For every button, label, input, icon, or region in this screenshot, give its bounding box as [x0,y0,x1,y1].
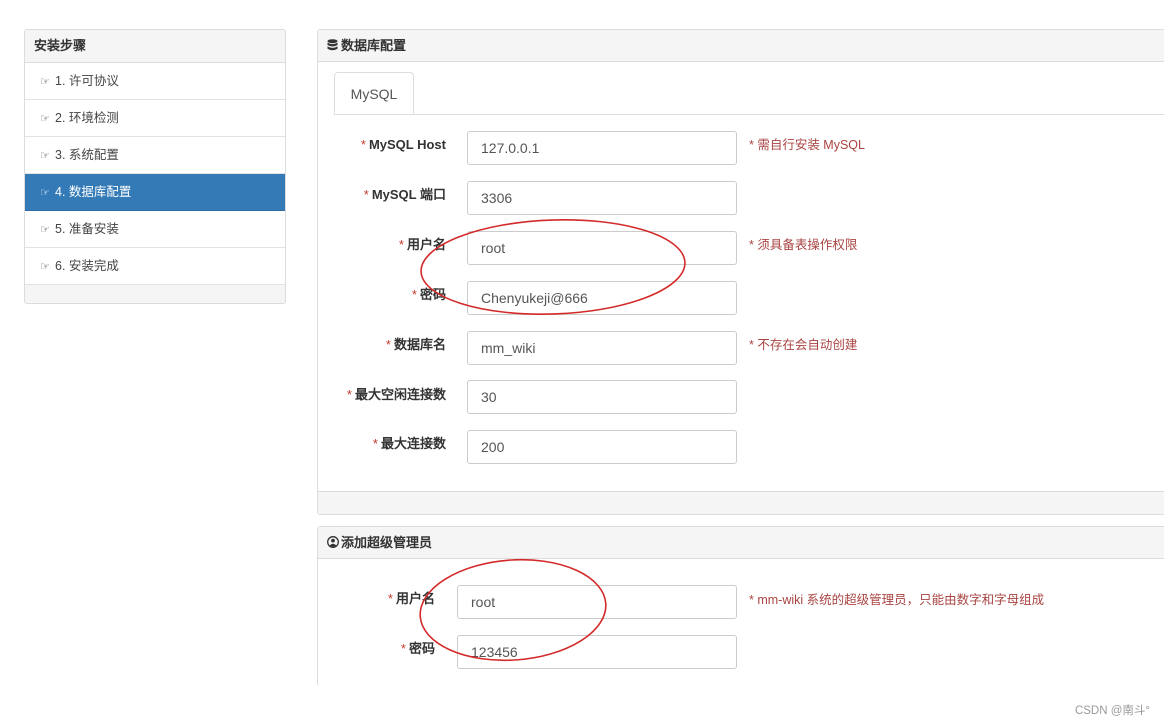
db-name-hint: * 不存在会自动创建 [749,338,858,352]
db-password-input[interactable] [467,281,737,315]
step-label: 6. 安装完成 [55,259,119,273]
mysql-host-input[interactable] [467,131,737,165]
admin-password-label: * 密码 [400,641,435,656]
field-row-db-password: * 密码 [318,280,446,314]
db-username-label: * 用户名 [398,237,446,252]
max-idle-conns-label: * 最大空闲连接数 [346,387,446,402]
field-row-db-name: * 数据库名 [318,330,446,364]
user-circle-icon [327,528,341,559]
db-name-input[interactable] [467,331,737,365]
hand-pointer-icon: ☞ [40,224,50,236]
panel-title: 数据库配置 [341,38,407,53]
max-open-conns-label: * 最大连接数 [372,436,446,451]
field-row-max-open-conns: * 最大连接数 [318,429,446,463]
tab-mysql[interactable]: MySQL [334,72,414,114]
step-env-check[interactable]: ☞ 2. 环境检测 [25,100,285,137]
database-icon [327,31,341,62]
hand-pointer-icon: ☞ [40,113,50,125]
field-row-db-username: * 用户名 [318,230,446,264]
db-tab-bar: MySQL [334,72,1164,115]
field-row-admin-password: * 密码 [318,634,435,668]
field-row-mysql-port: * MySQL 端口 [318,180,446,214]
steps-title: 安装步骤 [25,30,285,63]
super-admin-panel: 添加超级管理员 *用户名 * mm-wiki 系统的超级管理员，只能由数字和字母… [317,526,1164,686]
hand-pointer-icon: ☞ [40,187,50,199]
admin-password-input[interactable] [457,635,737,669]
step-label: 2. 环境检测 [55,111,119,125]
mysql-host-label: * MySQL Host [360,137,446,152]
step-label: 5. 准备安装 [55,222,119,236]
mysql-port-input[interactable] [467,181,737,215]
db-name-label: * 数据库名 [385,337,446,352]
database-config-panel: 数据库配置 MySQL *MySQL Host * 需自行安装 MySQL *M… [317,29,1164,515]
admin-username-label: * 用户名 [387,591,435,606]
super-admin-header: 添加超级管理员 [318,527,1164,559]
step-label: 1. 许可协议 [55,74,119,88]
db-username-input[interactable] [467,231,737,265]
panel-title: 添加超级管理员 [341,535,433,550]
field-row-admin-username: * 用户名 [318,584,435,618]
db-username-hint: * 须具备表操作权限 [749,238,858,252]
admin-username-hint: * mm-wiki 系统的超级管理员，只能由数字和字母组成 [749,593,1045,607]
max-open-conns-input[interactable] [467,430,737,464]
admin-username-input[interactable] [457,585,737,619]
step-label: 4. 数据库配置 [55,185,132,199]
hand-pointer-icon: ☞ [40,150,50,162]
step-label: 3. 系统配置 [55,148,119,162]
watermark: CSDN @南斗° [1074,705,1150,717]
hand-pointer-icon: ☞ [40,76,50,88]
step-database-config[interactable]: ☞ 4. 数据库配置 [25,174,285,211]
db-password-label: * 密码 [411,287,446,302]
step-install-complete[interactable]: ☞ 6. 安装完成 [25,248,285,285]
mysql-host-hint: * 需自行安装 MySQL [749,138,865,152]
hand-pointer-icon: ☞ [40,261,50,273]
step-prepare-install[interactable]: ☞ 5. 准备安装 [25,211,285,248]
field-row-mysql-host: * MySQL Host [318,130,446,164]
max-idle-conns-input[interactable] [467,380,737,414]
mysql-port-label: * MySQL 端口 [363,187,446,202]
database-config-footer [318,491,1164,514]
install-steps-panel: 安装步骤 ☞ 1. 许可协议 ☞ 2. 环境检测 ☞ 3. 系统配置 ☞ 4. 数据库配… [24,29,286,304]
database-config-header: 数据库配置 [318,30,1164,62]
field-row-max-idle-conns: * 最大空闲连接数 [318,380,446,414]
step-license[interactable]: ☞ 1. 许可协议 [25,63,285,100]
step-system-config[interactable]: ☞ 3. 系统配置 [25,137,285,174]
